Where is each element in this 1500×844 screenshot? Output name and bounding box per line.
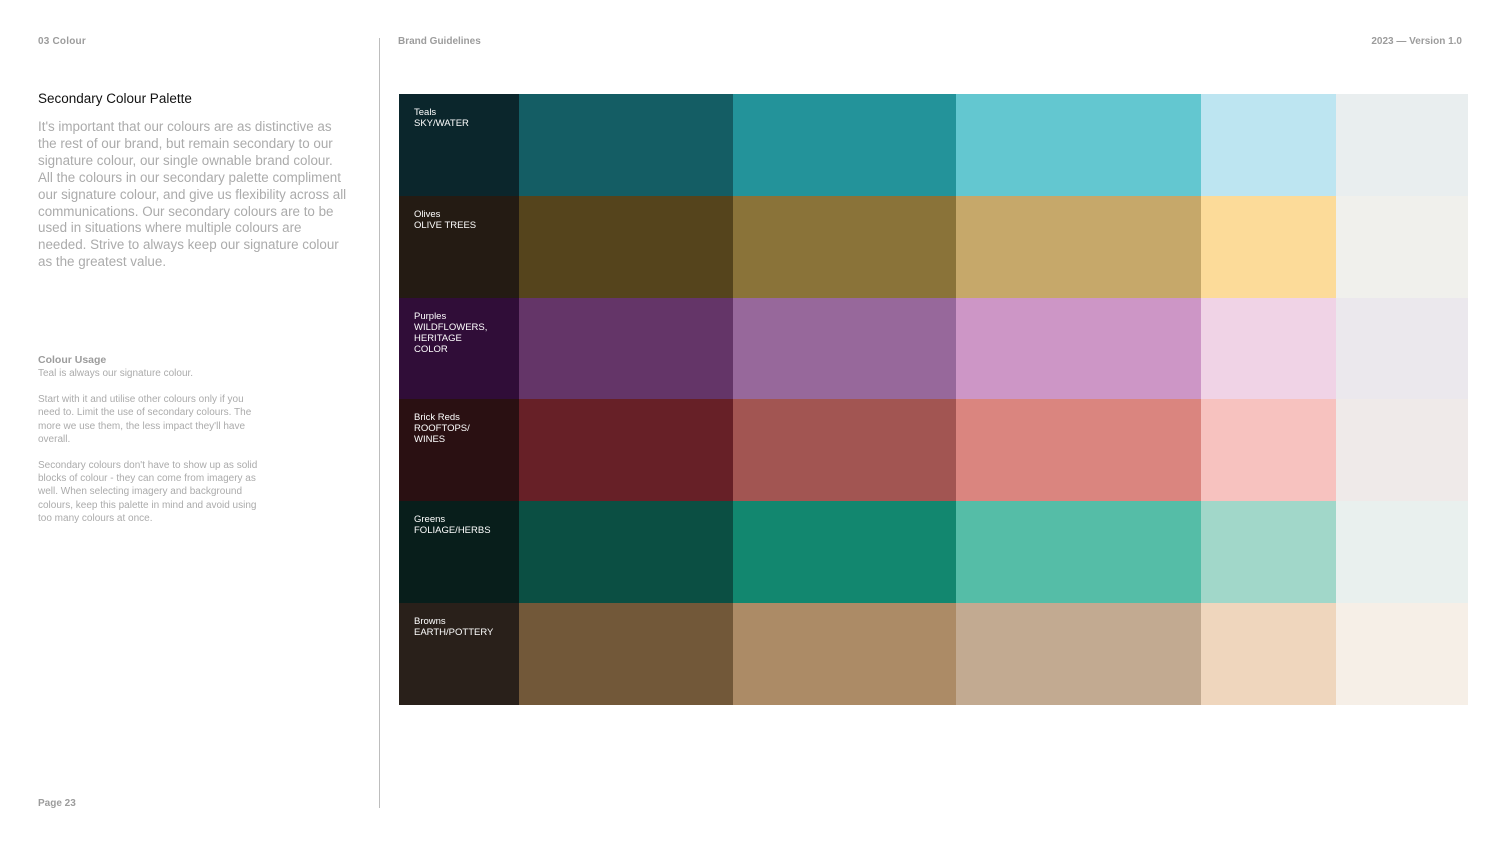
- palette-row-purples: Purples WILDFLOWERS, HERITAGE COLOR: [399, 297, 1468, 400]
- page-number: Page 23: [38, 798, 76, 809]
- family-name: Brick Reds: [414, 412, 460, 424]
- colour-swatch: [1201, 603, 1336, 705]
- colour-swatch: [1336, 297, 1468, 400]
- colour-usage-section: Colour Usage Teal is always our signatur…: [38, 354, 260, 538]
- colour-swatch: [1201, 94, 1336, 196]
- vertical-divider: [379, 38, 380, 808]
- colour-swatch: [733, 399, 956, 502]
- family-description: EARTH/POTTERY: [414, 627, 494, 639]
- family-name: Olives: [414, 208, 441, 220]
- colour-swatch: [956, 501, 1201, 604]
- section-label: 03 Colour: [38, 36, 86, 47]
- colour-swatch: [519, 94, 733, 196]
- family-label-swatch: Purples WILDFLOWERS, HERITAGE COLOR: [399, 297, 519, 400]
- colour-swatch: [733, 94, 956, 196]
- family-description: ROOFTOPS/ WINES: [414, 423, 470, 446]
- usage-paragraph: Teal is always our signature colour.: [38, 368, 194, 379]
- colour-swatch: [1201, 399, 1336, 502]
- palette-row-browns: Browns EARTH/POTTERY: [399, 603, 1468, 705]
- version-label: 2023 — Version 1.0: [1371, 36, 1462, 47]
- family-label-swatch: Browns EARTH/POTTERY: [399, 603, 519, 705]
- colour-swatch: [733, 195, 956, 298]
- palette-row-greens: Greens FOLIAGE/HERBS: [399, 501, 1468, 604]
- intro-paragraph: It's important that our colours are as d…: [38, 119, 347, 270]
- family-label-swatch: Greens FOLIAGE/HERBS: [399, 501, 519, 604]
- family-name: Purples: [414, 310, 447, 322]
- colour-swatch: [1336, 195, 1468, 298]
- colour-swatch: [1201, 195, 1336, 298]
- family-description: FOLIAGE/HERBS: [414, 525, 491, 537]
- family-name: Browns: [414, 616, 446, 628]
- palette-row-teals: Teals SKY/WATER: [399, 94, 1468, 196]
- document-title: Brand Guidelines: [398, 36, 481, 47]
- colour-swatch: [956, 603, 1201, 705]
- colour-palette-grid: Teals SKY/WATER Olives OLIVE TREES Purpl…: [399, 94, 1468, 705]
- palette-row-olives: Olives OLIVE TREES: [399, 195, 1468, 298]
- colour-swatch: [733, 297, 956, 400]
- colour-swatch: [1336, 399, 1468, 502]
- page-heading: Secondary Colour Palette: [38, 91, 192, 106]
- colour-swatch: [1336, 501, 1468, 604]
- family-label-swatch: Olives OLIVE TREES: [399, 195, 519, 298]
- family-label-swatch: Teals SKY/WATER: [399, 94, 519, 196]
- palette-row-brick-reds: Brick Reds ROOFTOPS/ WINES: [399, 399, 1468, 502]
- usage-paragraph: Start with it and utilise other colours …: [38, 394, 252, 445]
- usage-paragraph: Secondary colours don't have to show up …: [38, 460, 258, 524]
- family-label-swatch: Brick Reds ROOFTOPS/ WINES: [399, 399, 519, 502]
- colour-usage-title: Colour Usage: [38, 354, 107, 366]
- family-description: OLIVE TREES: [414, 219, 477, 231]
- colour-swatch: [519, 195, 733, 298]
- colour-swatch: [956, 399, 1201, 502]
- colour-swatch: [1336, 603, 1468, 705]
- family-name: Greens: [414, 514, 446, 526]
- family-name: Teals: [414, 107, 437, 118]
- family-description: WILDFLOWERS, HERITAGE COLOR: [414, 321, 488, 355]
- family-description: SKY/WATER: [414, 118, 469, 129]
- colour-swatch: [956, 195, 1201, 298]
- colour-swatch: [1201, 297, 1336, 400]
- colour-swatch: [519, 297, 733, 400]
- colour-swatch: [956, 94, 1201, 196]
- colour-swatch: [733, 603, 956, 705]
- colour-swatch: [1336, 94, 1468, 196]
- colour-swatch: [1201, 501, 1336, 604]
- colour-swatch: [519, 501, 733, 604]
- colour-swatch: [956, 297, 1201, 400]
- colour-swatch: [733, 501, 956, 604]
- colour-swatch: [519, 399, 733, 502]
- colour-swatch: [519, 603, 733, 705]
